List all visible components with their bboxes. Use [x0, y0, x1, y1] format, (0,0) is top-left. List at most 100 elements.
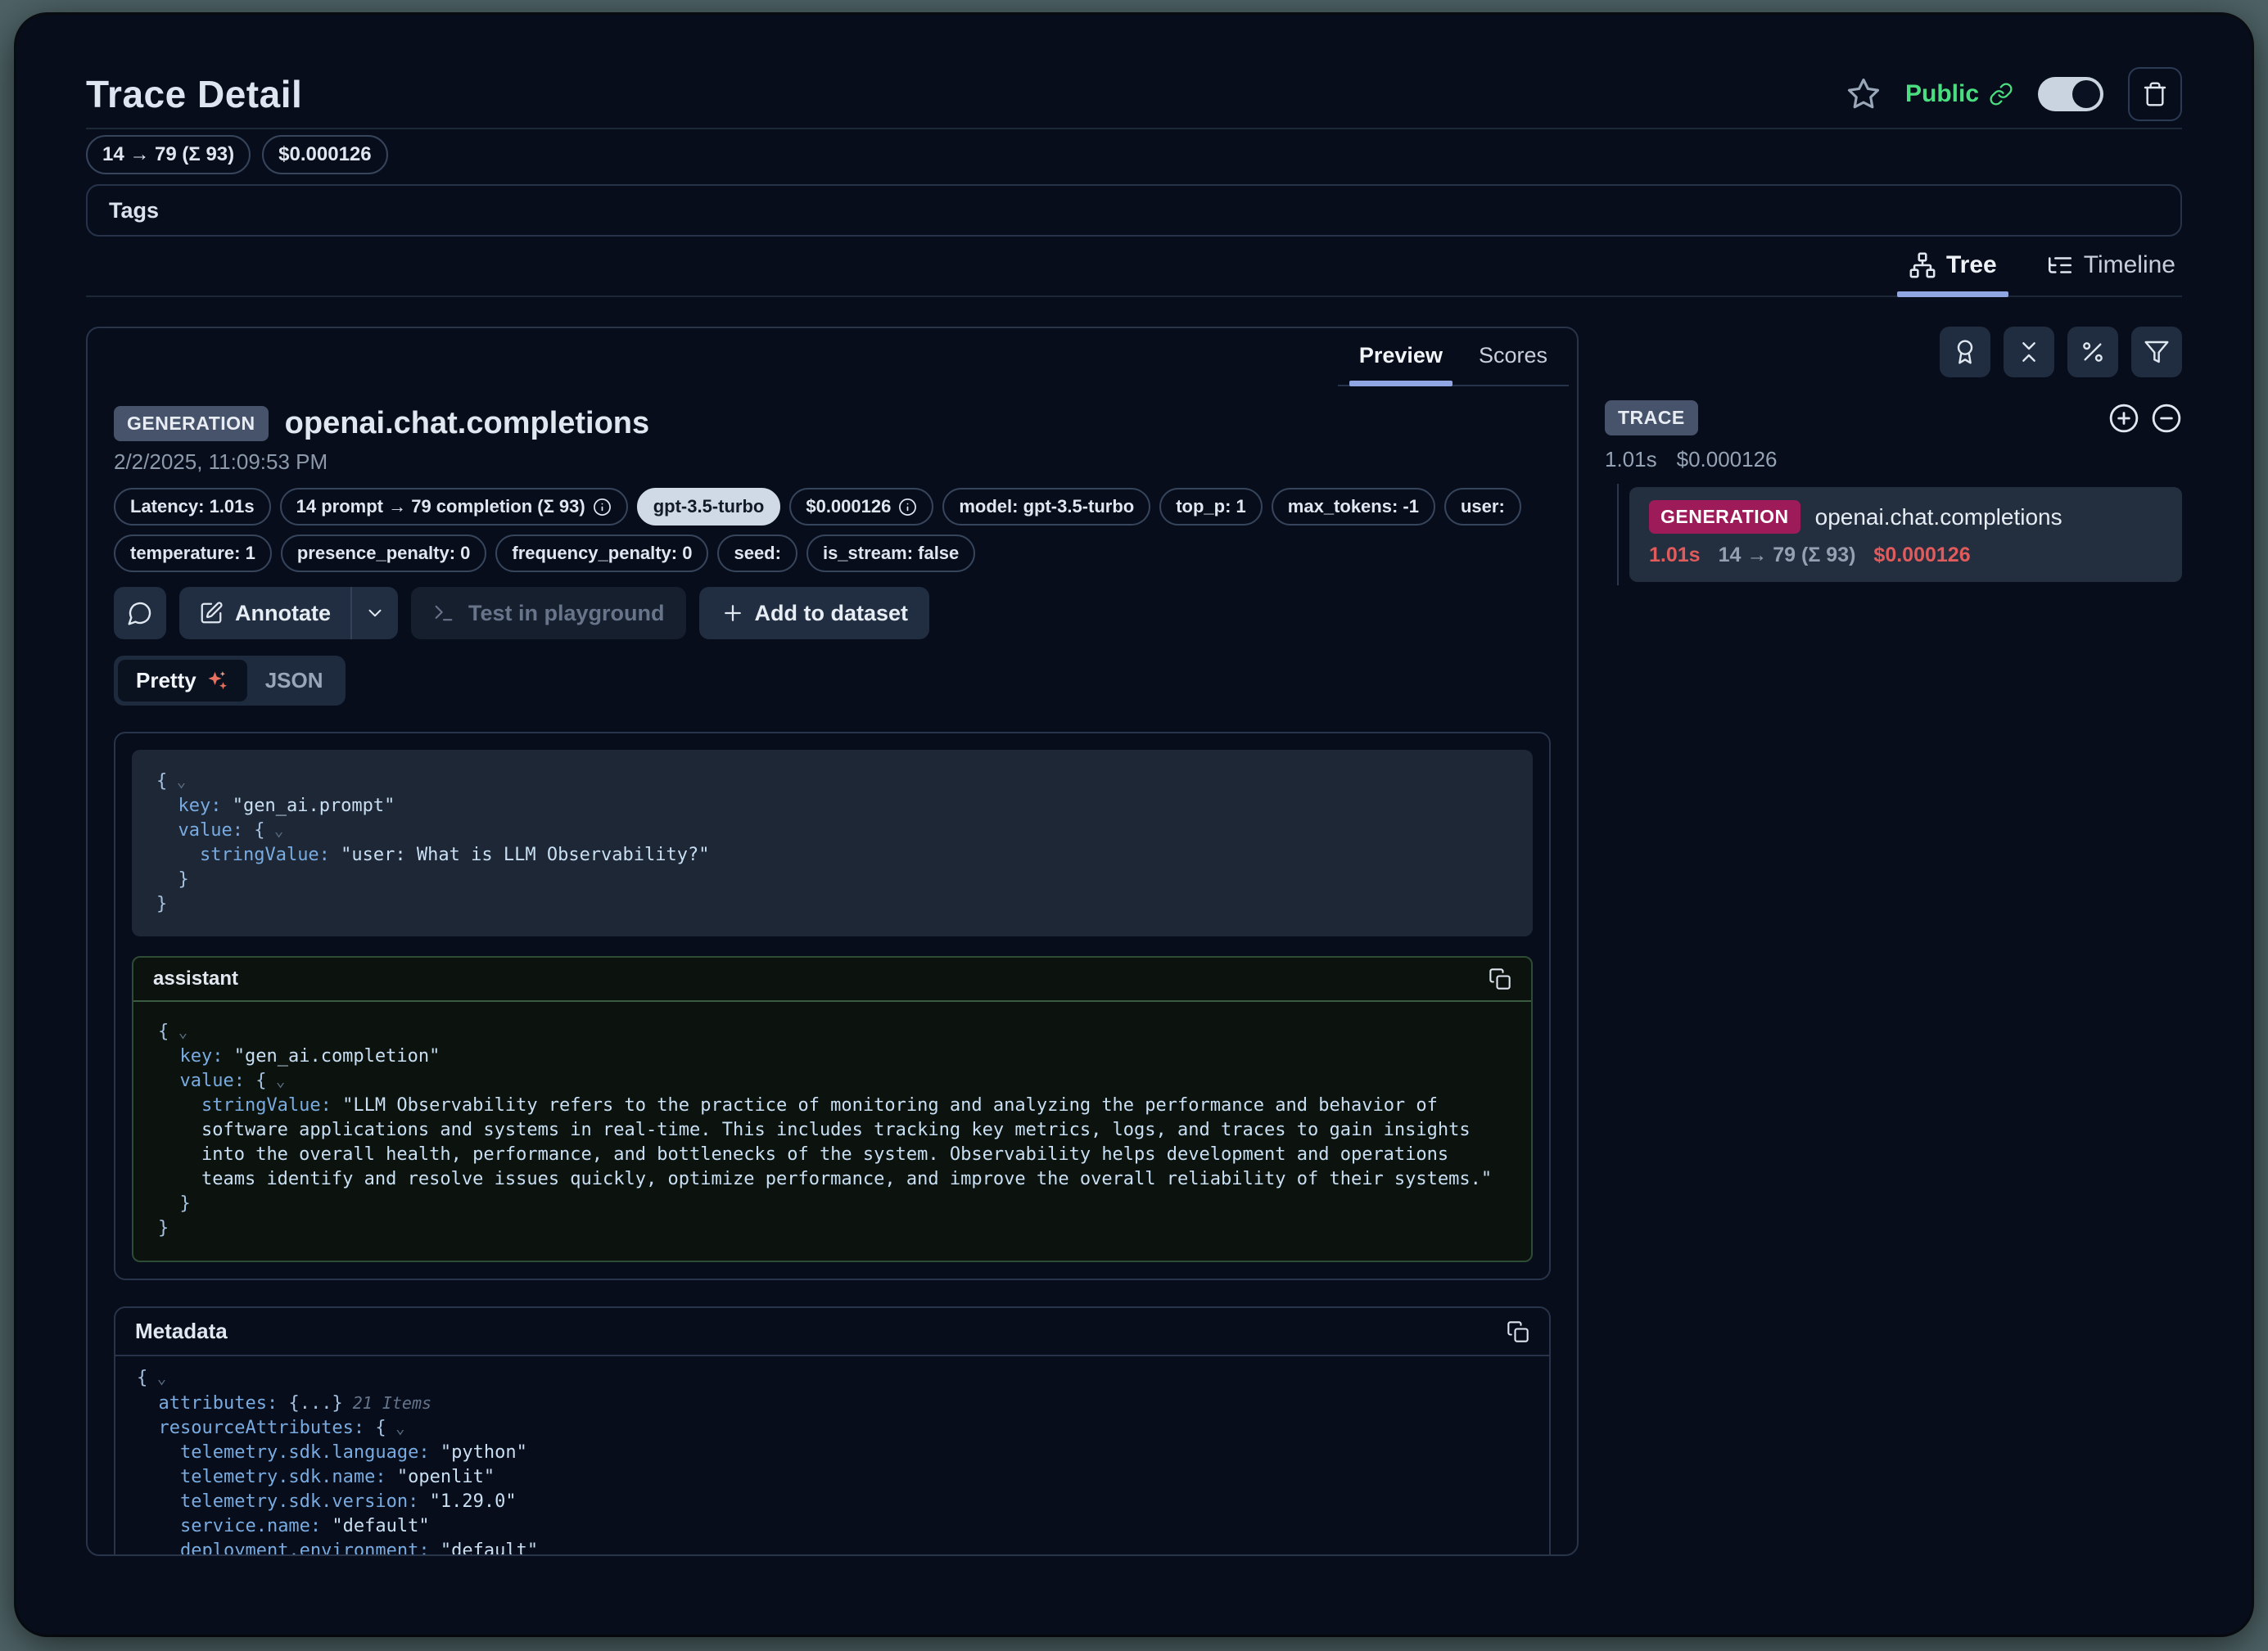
fold-chevron-icon[interactable]: ⌄ [264, 822, 283, 840]
pill-label: user: [1461, 496, 1505, 517]
code-line: } [156, 892, 1508, 917]
funnel-icon [2144, 339, 2170, 365]
tree-zoom-controls [2108, 403, 2182, 434]
tree-node-generation: GENERATION openai.chat.completions 1.01s… [1605, 487, 2182, 582]
delete-button[interactable] [2128, 67, 2182, 121]
comment-icon [127, 600, 153, 626]
fold-chevron-icon[interactable]: ⌄ [147, 1369, 166, 1387]
tab-preview[interactable]: Preview [1341, 328, 1461, 385]
pill-label: seed: [734, 543, 780, 564]
badge-pill: top_p: 1 [1159, 488, 1263, 526]
public-label: Public [1905, 80, 1979, 108]
pill-label: $0.000126 [278, 143, 371, 166]
badge-pill: user: [1444, 488, 1521, 526]
expand-all-button[interactable] [2108, 403, 2139, 434]
annotate-dropdown-button[interactable] [352, 587, 398, 639]
pill-label: Latency: 1.01s [130, 496, 255, 517]
code-line: attributes: {...} 21 Items [137, 1391, 1528, 1416]
tab-scores[interactable]: Scores [1461, 328, 1565, 385]
public-share-link[interactable]: Public [1905, 80, 2013, 108]
observation-badges-row1: Latency: 1.01s 14 prompt → 79 completion … [114, 488, 1551, 526]
header-controls: Public [1846, 67, 2182, 121]
format-json-segment[interactable]: JSON [247, 660, 341, 701]
pill-label: gpt-3.5-turbo [653, 496, 765, 517]
trace-stats: 1.01s $0.000126 [1605, 447, 2182, 472]
tree-toolbar [1605, 327, 2182, 377]
code-line: { ⌄ [158, 1020, 1507, 1044]
info-icon [898, 498, 917, 517]
edit-icon [199, 601, 224, 625]
award-icon [1952, 339, 1978, 365]
badge-pill: model: gpt-3.5-turbo [942, 488, 1150, 526]
panel-body: GENERATION openai.chat.completions 2/2/2… [88, 386, 1577, 1556]
fold-chevron-icon[interactable]: ⌄ [169, 1023, 187, 1041]
generation-node-card[interactable]: GENERATION openai.chat.completions 1.01s… [1629, 487, 2182, 582]
code-line: key: "gen_ai.prompt" [156, 794, 1508, 819]
pill-label: presence_penalty: 0 [297, 543, 471, 564]
copy-assistant-button[interactable] [1489, 968, 1511, 990]
fold-chevron-icon[interactable]: ⌄ [266, 1072, 285, 1090]
metadata-code-block: { ⌄ attributes: {...} 21 Items resourceA… [115, 1356, 1549, 1556]
observation-type-badge: GENERATION [114, 406, 269, 441]
collapse-all-button[interactable] [2004, 327, 2054, 377]
node-latency: 1.01s [1649, 544, 1701, 567]
header: Trace Detail Public [86, 61, 2182, 128]
link-icon [1989, 82, 2013, 106]
plus-icon [721, 601, 745, 625]
filter-button[interactable] [2131, 327, 2182, 377]
test-in-playground-button[interactable]: Test in playground [411, 587, 686, 639]
trash-icon [2142, 81, 2168, 107]
badge-pill: $0.000126 [789, 488, 933, 526]
copy-metadata-button[interactable] [1507, 1320, 1529, 1343]
observation-badges-row2: temperature: 1presence_penalty: 0frequen… [114, 535, 1551, 572]
prompt-code-block: { ⌄ key: "gen_ai.prompt" value: { ⌄ stri… [132, 750, 1533, 936]
generation-node-header: GENERATION openai.chat.completions [1649, 500, 2162, 534]
copy-icon [1489, 968, 1511, 990]
observation-panel: Preview Scores GENERATION openai.chat.co… [86, 327, 1579, 1556]
playground-label: Test in playground [468, 601, 665, 626]
metadata-header: Metadata [115, 1308, 1549, 1356]
code-line: value: { ⌄ [158, 1069, 1507, 1094]
code-line: stringValue: "user: What is LLM Observab… [156, 843, 1508, 868]
code-line: } [158, 1192, 1507, 1216]
metrics-toggle-button[interactable] [2067, 327, 2118, 377]
fold-chevron-icon[interactable]: ⌄ [386, 1419, 405, 1437]
code-line: stringValue: "LLM Observability refers t… [158, 1094, 1507, 1192]
trace-latency: 1.01s [1605, 447, 1657, 472]
view-tabs: Tree Timeline [86, 238, 2182, 297]
info-icon [593, 498, 612, 517]
trace-tree-sidebar: TRACE 1.01s $0.000126 GENERATION [1605, 327, 2182, 582]
annotate-button[interactable]: Annotate [179, 587, 350, 639]
tab-timeline[interactable]: Timeline [2040, 238, 2182, 295]
badge-pill: 14 → 79 (Σ 93) [86, 135, 251, 174]
percent-icon [2080, 339, 2106, 365]
tab-tree[interactable]: Tree [1902, 238, 2004, 295]
format-pretty-segment[interactable]: Pretty [118, 660, 247, 701]
scores-toggle-button[interactable] [1940, 327, 1990, 377]
model-pill[interactable]: gpt-3.5-turbo [637, 488, 781, 526]
code-line: key: "gen_ai.completion" [158, 1044, 1507, 1069]
add-to-dataset-button[interactable]: Add to dataset [699, 587, 930, 639]
public-visibility-toggle[interactable] [2038, 77, 2103, 111]
code-line: } [158, 1216, 1507, 1241]
toggle-knob [2072, 80, 2100, 108]
collapse-tree-button[interactable] [2151, 403, 2182, 434]
trace-stat-pills: 14 → 79 (Σ 93) $0.000126 [86, 135, 2182, 174]
code-line: { ⌄ [156, 769, 1508, 794]
comment-button[interactable] [114, 587, 166, 639]
panel-tablist: Preview Scores [1338, 328, 1569, 386]
generation-node-stats: 1.01s 14 → 79 (Σ 93) $0.000126 [1649, 544, 2162, 567]
trace-root-row: TRACE [1605, 400, 2182, 435]
pill-label: model: gpt-3.5-turbo [959, 496, 1134, 517]
star-button[interactable] [1846, 77, 1881, 111]
tags-box[interactable]: Tags [86, 184, 2182, 237]
fold-chevron-icon[interactable]: ⌄ [167, 773, 186, 791]
star-icon [1846, 77, 1881, 111]
assistant-code-block: { ⌄ key: "gen_ai.completion" value: { ⌄s… [133, 1002, 1531, 1261]
chevrons-down-up-icon [2016, 339, 2042, 365]
circle-plus-icon [2108, 403, 2139, 434]
badge-pill: Latency: 1.01s [114, 488, 271, 526]
badge-pill: 14 prompt → 79 completion (Σ 93) [280, 488, 628, 526]
tree-icon [1909, 251, 1936, 279]
trace-badge[interactable]: TRACE [1605, 400, 1698, 435]
